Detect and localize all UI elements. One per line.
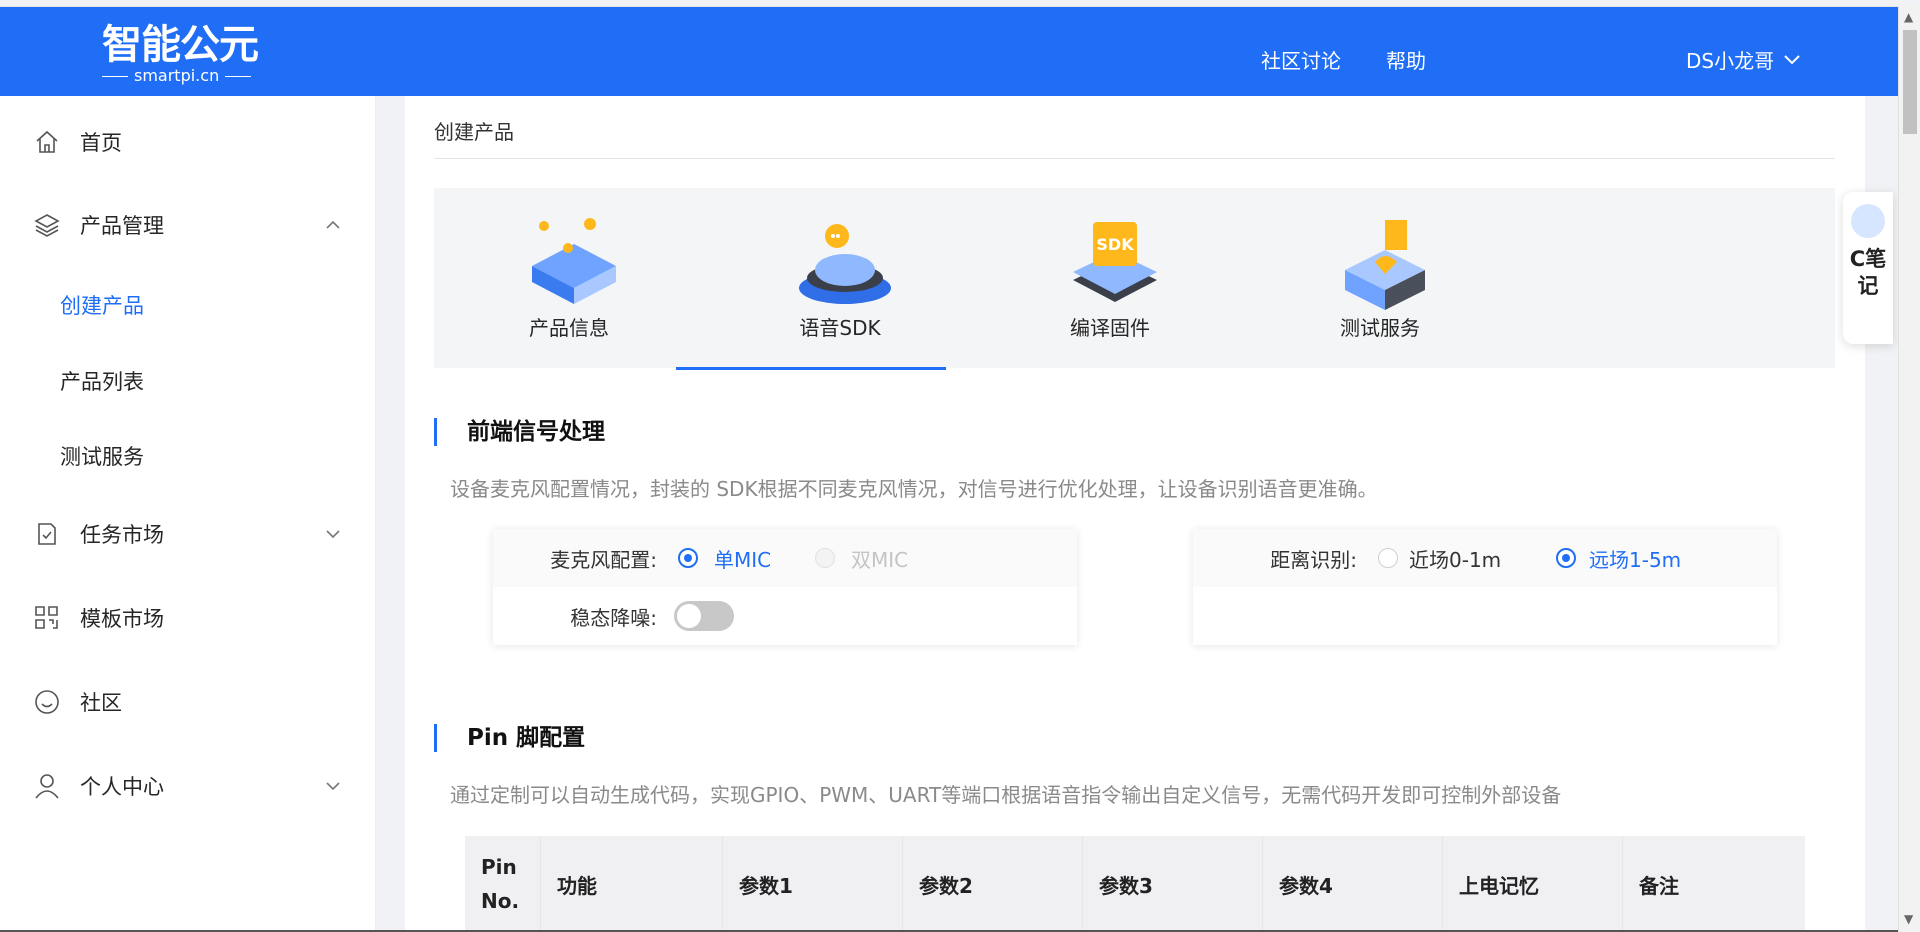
sidebar-item-personal-center[interactable]: 个人中心 bbox=[0, 756, 376, 816]
grid-icon bbox=[35, 606, 58, 629]
sidebar-item-task-market[interactable]: 任务市场 bbox=[0, 504, 376, 564]
section-desc-frontend: 设备麦克风配置情况，封装的 SDK根据不同麦克风情况，对信号进行优化处理，让设备… bbox=[450, 477, 1378, 501]
radio-near-field[interactable] bbox=[1378, 548, 1398, 568]
product-info-icon bbox=[532, 218, 616, 304]
step-label: 编译固件 bbox=[1070, 316, 1150, 340]
sidebar: 首页 产品管理 创建产品 产品列表 测试服务 任务市场 模板市场 社区 个人中心 bbox=[0, 96, 376, 932]
mic-config-label: 麦克风配置: bbox=[550, 547, 657, 572]
note-icon bbox=[1851, 204, 1885, 238]
column-header: 参数4 bbox=[1263, 836, 1443, 932]
step-label: 语音SDK bbox=[799, 316, 881, 340]
note-widget-label: C笔记 bbox=[1849, 247, 1887, 298]
chevron-down-icon bbox=[326, 530, 340, 539]
option-far-field[interactable]: 远场1-5m bbox=[1589, 544, 1681, 573]
sidebar-item-label: 产品管理 bbox=[80, 214, 164, 238]
sidebar-item-community[interactable]: 社区 bbox=[0, 672, 376, 732]
section-title-pin: Pin 脚配置 bbox=[434, 724, 585, 752]
radio-far-field[interactable] bbox=[1556, 548, 1576, 568]
sidebar-item-template-market[interactable]: 模板市场 bbox=[0, 588, 376, 648]
task-icon bbox=[38, 523, 56, 545]
top-header: 智能公元 smartpi.cn 社区讨论 帮助 DS小龙哥 bbox=[0, 6, 1898, 96]
user-icon bbox=[35, 774, 59, 799]
sidebar-item-product-management[interactable]: 产品管理 bbox=[0, 195, 376, 255]
page-title: 创建产品 bbox=[434, 120, 514, 144]
divider bbox=[434, 158, 1835, 159]
scrollbar[interactable]: ▲ ▼ bbox=[1898, 6, 1920, 932]
sidebar-item-label: 任务市场 bbox=[80, 523, 164, 547]
step-product-info[interactable]: 产品信息 bbox=[434, 188, 704, 368]
noise-reduction-toggle[interactable] bbox=[674, 601, 734, 631]
step-test-service[interactable]: 测试服务 bbox=[1245, 188, 1515, 368]
logo[interactable]: 智能公元 smartpi.cn bbox=[102, 23, 262, 87]
nav-community[interactable]: 社区讨论 bbox=[1261, 45, 1341, 74]
pin-table-header: Pin No. 功能 参数1 参数2 参数3 参数4 上电记忆 备注 bbox=[465, 836, 1805, 932]
radio-single-mic[interactable] bbox=[678, 548, 698, 568]
column-header: Pin No. bbox=[465, 836, 541, 932]
note-widget[interactable]: C笔记 bbox=[1843, 192, 1893, 344]
column-header: 备注 bbox=[1639, 873, 1679, 898]
step-voice-sdk[interactable]: 语音SDK bbox=[705, 188, 975, 368]
option-near-field[interactable]: 近场0-1m bbox=[1409, 544, 1501, 573]
logo-subtitle: smartpi.cn bbox=[134, 66, 220, 85]
smile-icon bbox=[35, 690, 59, 714]
column-header: 参数1 bbox=[723, 836, 903, 932]
chevron-up-icon bbox=[326, 220, 340, 229]
voice-sdk-icon bbox=[799, 224, 891, 304]
scroll-down-arrow-icon[interactable]: ▼ bbox=[1904, 912, 1913, 926]
column-header: 上电记忆 bbox=[1443, 836, 1623, 932]
sidebar-item-label: 首页 bbox=[80, 131, 122, 155]
noise-reduction-label: 稳态降噪: bbox=[570, 605, 657, 630]
logo-text: 智能公元 bbox=[102, 22, 259, 68]
sidebar-item-home[interactable]: 首页 bbox=[0, 112, 376, 172]
step-label: 产品信息 bbox=[529, 316, 609, 340]
nav-help[interactable]: 帮助 bbox=[1386, 45, 1426, 74]
option-single-mic[interactable]: 单MIC bbox=[714, 544, 771, 573]
column-header: 功能 bbox=[541, 836, 723, 932]
step-tabs: 产品信息 语音SDK SDK 编译固件 测试服务 bbox=[434, 188, 1835, 368]
chevron-down-icon bbox=[1784, 54, 1800, 64]
user-name: DS小龙哥 bbox=[1686, 49, 1775, 73]
sidebar-sub-test-service[interactable]: 测试服务 bbox=[60, 441, 144, 471]
distance-card: 距离识别: 近场0-1m 远场1-5m bbox=[1193, 529, 1777, 645]
active-step-indicator bbox=[676, 367, 946, 370]
user-menu[interactable]: DS小龙哥 bbox=[1686, 45, 1800, 74]
scrollbar-thumb[interactable] bbox=[1903, 30, 1917, 134]
sidebar-item-label: 社区 bbox=[80, 691, 122, 715]
sidebar-item-label: 模板市场 bbox=[80, 607, 164, 631]
section-desc-pin: 通过定制可以自动生成代码，实现GPIO、PWM、UART等端口根据语音指令输出自… bbox=[450, 783, 1562, 807]
column-header: 参数2 bbox=[903, 836, 1083, 932]
home-icon bbox=[36, 130, 58, 153]
sidebar-sub-product-list[interactable]: 产品列表 bbox=[60, 366, 144, 396]
column-header: 参数3 bbox=[1083, 836, 1263, 932]
section-title-frontend: 前端信号处理 bbox=[434, 418, 605, 446]
svg-text:SDK: SDK bbox=[1096, 235, 1134, 254]
distance-label: 距离识别: bbox=[1270, 547, 1357, 572]
chevron-down-icon bbox=[326, 782, 340, 791]
mic-config-card: 麦克风配置: 单MIC 双MIC 稳态降噪: bbox=[493, 529, 1077, 645]
option-dual-mic[interactable]: 双MIC bbox=[851, 544, 908, 573]
step-compile-firmware[interactable]: SDK 编译固件 bbox=[975, 188, 1245, 368]
step-label: 测试服务 bbox=[1340, 316, 1420, 340]
main-content: 创建产品 产品信息 语音SDK SDK 编译固件 测试服务 前端信号处理 设备麦… bbox=[405, 96, 1865, 932]
layers-icon bbox=[34, 214, 60, 237]
scroll-up-arrow-icon[interactable]: ▲ bbox=[1904, 10, 1913, 24]
firmware-sdk-icon: SDK bbox=[1073, 222, 1157, 302]
sidebar-sub-create-product[interactable]: 创建产品 bbox=[60, 290, 144, 320]
sidebar-item-label: 个人中心 bbox=[80, 775, 164, 799]
radio-dual-mic[interactable] bbox=[815, 548, 835, 568]
test-service-icon bbox=[1345, 220, 1425, 310]
